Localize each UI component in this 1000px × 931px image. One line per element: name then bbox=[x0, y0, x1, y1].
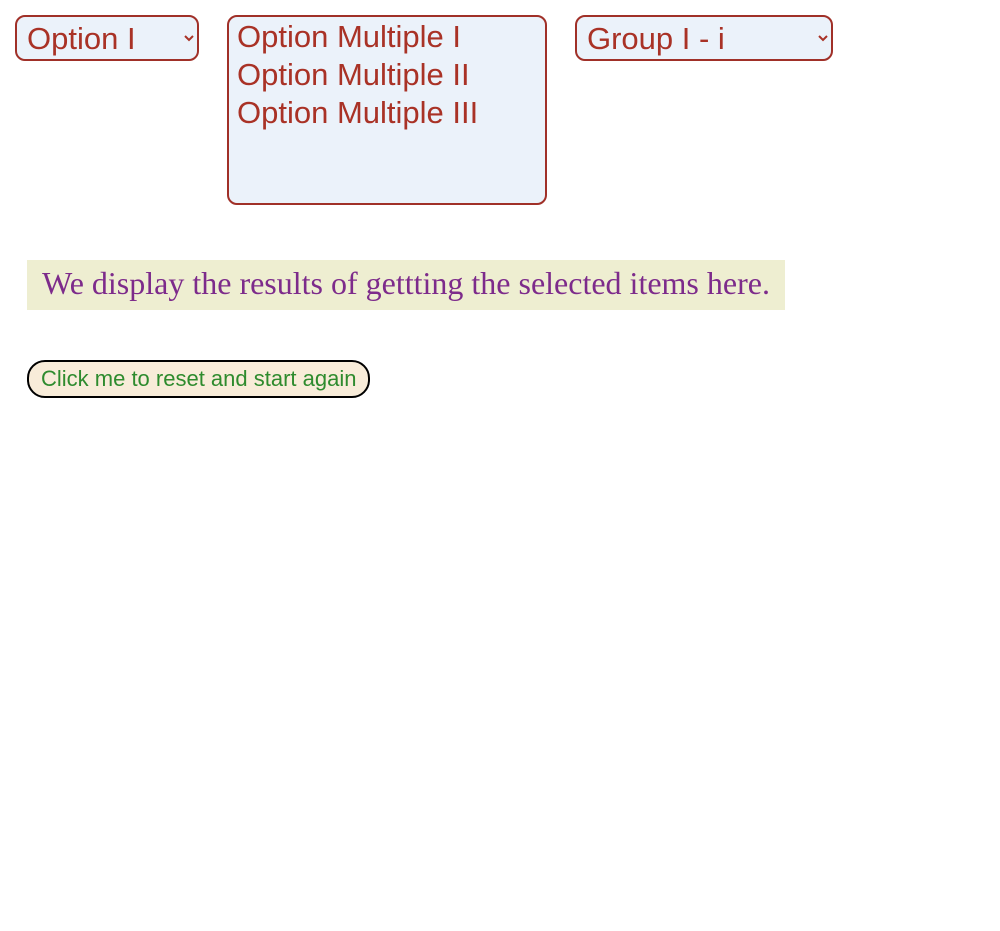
group-select[interactable]: Group I - i bbox=[575, 15, 833, 61]
multi-select-option[interactable]: Option Multiple III bbox=[235, 95, 539, 133]
reset-button[interactable]: Click me to reset and start again bbox=[27, 360, 370, 398]
multi-select-option[interactable]: Option Multiple I bbox=[235, 19, 539, 57]
results-display: We display the results of gettting the s… bbox=[27, 260, 785, 310]
single-select[interactable]: Option I bbox=[15, 15, 199, 61]
multi-select-option[interactable]: Option Multiple II bbox=[235, 57, 539, 95]
multi-select[interactable]: Option Multiple I Option Multiple II Opt… bbox=[227, 15, 547, 205]
